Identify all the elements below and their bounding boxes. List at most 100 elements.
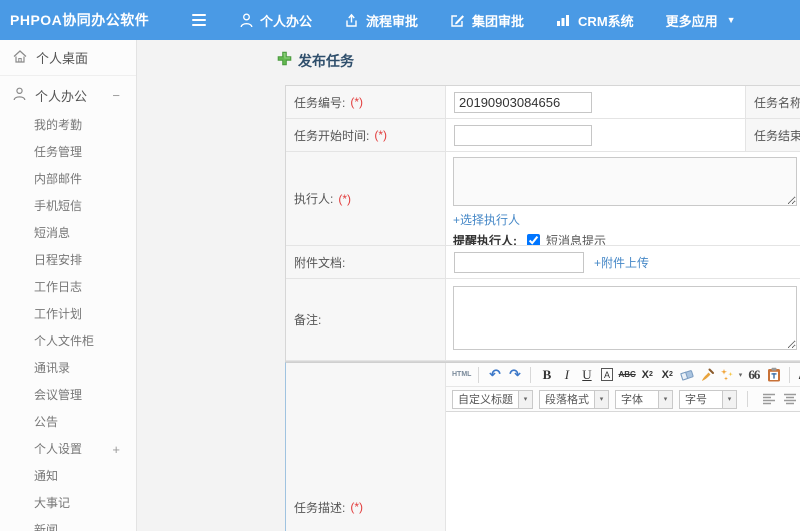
chevron-down-icon[interactable]: ▾ — [739, 371, 743, 379]
alignment-buttons — [762, 390, 800, 408]
sidebar: 个人桌面 个人办公 − 我的考勤 任务管理 内部邮件 手机短信 短消息 日程安排… — [0, 40, 137, 531]
attachment-label-cell: 附件文档: — [286, 246, 446, 279]
required-mark: (*) — [350, 500, 364, 514]
start-time-input[interactable] — [454, 124, 592, 146]
nav-item-personal-office[interactable]: 个人办公 — [240, 11, 312, 30]
remind-executor-row: 提醒执行人: 短消息提示 — [453, 234, 607, 246]
nav-item-more-apps[interactable]: 更多应用 ▼ — [666, 11, 736, 30]
rich-text-editor: HTML ↶ ↷ B I U A ABC X2 X2 ▾ 66 自定义标题 ▾ … — [446, 363, 800, 531]
toolbar-separator — [747, 391, 748, 407]
strikethrough-button[interactable]: ABC — [618, 366, 635, 384]
task-number-label-cell: 任务编号: (*) — [286, 86, 446, 119]
sidebar-item-internal-mail[interactable]: 内部邮件 — [0, 166, 136, 193]
home-icon — [13, 49, 27, 66]
paste-clipboard-icon[interactable] — [765, 366, 782, 384]
eraser-icon[interactable] — [679, 366, 696, 384]
sidebar-item-attendance[interactable]: 我的考勤 — [0, 112, 136, 139]
sidebar-menu: 我的考勤 任务管理 内部邮件 手机短信 短消息 日程安排 工作日志 工作计划 个… — [0, 112, 136, 531]
bar-chart-icon — [556, 13, 571, 27]
task-name-label-cell: 任务名称:(*) — [746, 86, 800, 119]
sidebar-group-personal-office[interactable]: 个人办公 − — [0, 82, 136, 108]
remark-label-cell: 备注: — [286, 279, 446, 361]
start-time-label-cell: 任务开始时间: (*) — [286, 119, 446, 152]
blockquote-button[interactable]: 66 — [745, 366, 762, 384]
executor-textarea[interactable] — [453, 157, 797, 206]
expand-icon[interactable]: + — [112, 436, 120, 463]
chevron-down-icon: ▾ — [722, 390, 736, 408]
bold-button[interactable]: B — [538, 366, 555, 384]
sidebar-item-announcement[interactable]: 公告 — [0, 409, 136, 436]
app-window: PHPOA协同办公软件 个人办公 流程审批 集团审批 CRM系统 更多应用 ▼ … — [0, 0, 800, 531]
sidebar-item-work-plan[interactable]: 工作计划 — [0, 301, 136, 328]
sidebar-item-milestones[interactable]: 大事记 — [0, 490, 136, 517]
sidebar-item-personal-settings[interactable]: 个人设置 + — [0, 436, 136, 463]
paragraph-format-select[interactable]: 段落格式 ▾ — [539, 389, 609, 409]
required-mark: (*) — [350, 95, 364, 109]
task-description-table: 任务描述: (*) HTML ↶ ↷ B I U A ABC X2 X2 ▾ 6… — [285, 362, 800, 531]
superscript-button[interactable]: X2 — [639, 366, 656, 384]
top-nav: 个人办公 流程审批 集团审批 CRM系统 更多应用 ▼ — [240, 11, 736, 30]
export-arrow-icon — [344, 13, 359, 28]
required-mark: (*) — [374, 128, 388, 142]
sidebar-item-news[interactable]: 新闻 — [0, 517, 136, 531]
font-family-select[interactable]: 字体 ▾ — [615, 389, 673, 409]
edit-square-icon — [450, 13, 465, 28]
nav-item-crm[interactable]: CRM系统 — [556, 11, 634, 30]
auto-format-wand-icon[interactable] — [719, 366, 736, 384]
choose-executor-link[interactable]: +选择执行人 — [453, 211, 520, 228]
description-label-cell: 任务描述: (*) — [286, 363, 446, 531]
task-number-input[interactable] — [454, 91, 592, 113]
italic-button[interactable]: I — [558, 366, 575, 384]
html-source-button[interactable]: HTML — [452, 366, 471, 384]
sidebar-item-short-message[interactable]: 短消息 — [0, 220, 136, 247]
editor-toolbar-row-1: HTML ↶ ↷ B I U A ABC X2 X2 ▾ 66 — [446, 363, 800, 387]
font-style-button[interactable]: A — [598, 366, 615, 384]
chevron-down-icon: ▼ — [726, 15, 736, 25]
subscript-button[interactable]: X2 — [659, 366, 676, 384]
sidebar-item-notice[interactable]: 通知 — [0, 463, 136, 490]
task-form-table: 任务编号:(*) 任务名称:(*) 任务开始时间:(*) 任务结束时间:(*) — [285, 85, 800, 362]
main-content: 发布任务 任务编号:(*) 任务名称:(*) 任务开始时间:(*) — [137, 40, 800, 531]
sidebar-item-meeting[interactable]: 会议管理 — [0, 382, 136, 409]
page-title: 发布任务 — [277, 51, 354, 71]
sidebar-item-work-log[interactable]: 工作日志 — [0, 274, 136, 301]
underline-button[interactable]: U — [578, 366, 595, 384]
sidebar-item-desktop[interactable]: 个人桌面 — [0, 40, 136, 76]
app-logo: PHPOA协同办公软件 — [10, 12, 150, 28]
chevron-down-icon: ▾ — [518, 390, 532, 408]
toolbar-separator — [530, 366, 532, 383]
redo-button[interactable]: ↷ — [506, 366, 523, 384]
format-brush-icon[interactable] — [699, 366, 716, 384]
sidebar-item-schedule[interactable]: 日程安排 — [0, 247, 136, 274]
executor-cell: +选择执行人 提醒执行人: 短消息提示 — [446, 152, 800, 246]
align-center-icon[interactable] — [783, 390, 797, 408]
user-icon — [13, 87, 26, 104]
chevron-down-icon: ▾ — [594, 390, 608, 408]
font-size-select[interactable]: 字号 ▾ — [679, 389, 737, 409]
attachment-upload-link[interactable]: +附件上传 — [594, 254, 649, 271]
sidebar-item-file-cabinet[interactable]: 个人文件柜 — [0, 328, 136, 355]
sms-remind-checkbox[interactable] — [527, 234, 540, 245]
sidebar-item-task-management[interactable]: 任务管理 — [0, 139, 136, 166]
editor-content-area[interactable] — [446, 412, 800, 531]
user-icon — [240, 13, 253, 28]
attachment-input[interactable] — [454, 251, 584, 273]
nav-item-group-approval[interactable]: 集团审批 — [450, 11, 524, 30]
toolbar-separator — [789, 366, 791, 383]
sidebar-item-mobile-sms[interactable]: 手机短信 — [0, 193, 136, 220]
required-mark: (*) — [338, 191, 352, 206]
nav-item-workflow-approval[interactable]: 流程审批 — [344, 11, 418, 30]
add-plus-icon — [277, 51, 292, 71]
end-time-label-cell: 任务结束时间:(*) — [746, 119, 800, 152]
collapse-icon[interactable]: − — [112, 88, 120, 103]
app-header: PHPOA协同办公软件 个人办公 流程审批 集团审批 CRM系统 更多应用 ▼ — [0, 0, 800, 40]
undo-button[interactable]: ↶ — [486, 366, 503, 384]
remark-textarea[interactable] — [453, 286, 797, 350]
attachment-cell: +附件上传 — [446, 246, 800, 279]
align-left-icon[interactable] — [762, 390, 776, 408]
remark-cell — [446, 279, 800, 361]
sidebar-item-contacts[interactable]: 通讯录 — [0, 355, 136, 382]
menu-toggle-icon[interactable] — [192, 11, 208, 29]
custom-title-select[interactable]: 自定义标题 ▾ — [452, 389, 533, 409]
task-number-cell — [446, 86, 746, 119]
